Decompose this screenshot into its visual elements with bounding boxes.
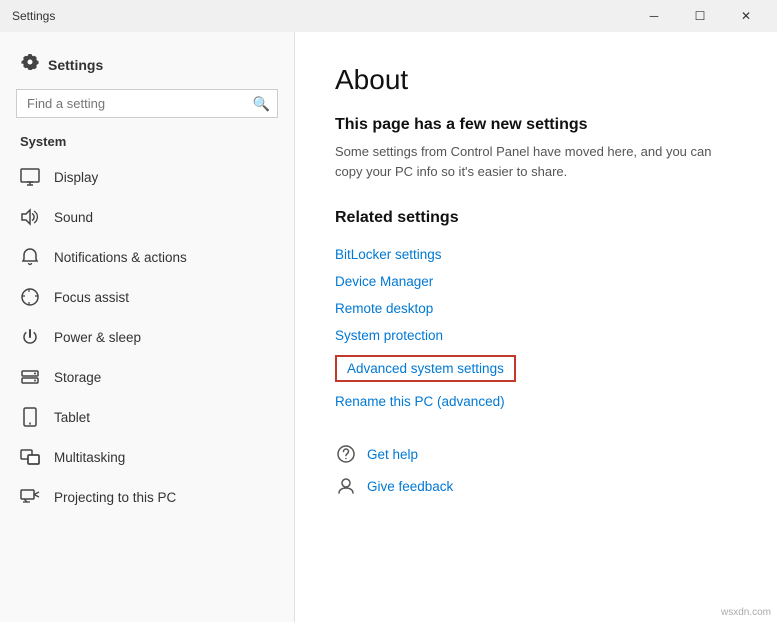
close-button[interactable]: ✕	[723, 0, 769, 32]
minimize-button[interactable]: ─	[631, 0, 677, 32]
sidebar-item-multitasking[interactable]: Multitasking	[0, 437, 294, 477]
sidebar-item-sound[interactable]: Sound	[0, 197, 294, 237]
get-help-icon	[335, 443, 357, 465]
help-item-feedback[interactable]: Give feedback	[335, 475, 737, 497]
sound-label: Sound	[54, 210, 93, 225]
link-remote-desktop[interactable]: Remote desktop	[335, 295, 737, 322]
power-label: Power & sleep	[54, 330, 141, 345]
watermark: wsxdn.com	[721, 607, 771, 618]
storage-icon	[20, 367, 40, 387]
multitasking-icon	[20, 447, 40, 467]
projecting-icon	[20, 487, 40, 507]
sidebar: Settings 🔍 System Display	[0, 32, 295, 622]
related-settings-title: Related settings	[335, 209, 737, 227]
sidebar-header: Settings	[0, 32, 294, 85]
title-bar-controls: ─ ☐ ✕	[631, 0, 769, 32]
sidebar-item-focus[interactable]: Focus assist	[0, 277, 294, 317]
tablet-icon	[20, 407, 40, 427]
sidebar-item-projecting[interactable]: Projecting to this PC	[0, 477, 294, 517]
related-settings-section: Related settings BitLocker settings Devi…	[335, 209, 737, 415]
sidebar-item-tablet[interactable]: Tablet	[0, 397, 294, 437]
notifications-icon	[20, 247, 40, 267]
sidebar-item-storage[interactable]: Storage	[0, 357, 294, 397]
search-icon-button[interactable]: 🔍	[253, 95, 270, 112]
title-bar-title: Settings	[12, 9, 55, 23]
link-system-protection[interactable]: System protection	[335, 322, 737, 349]
feedback-link[interactable]: Give feedback	[367, 479, 453, 494]
maximize-button[interactable]: ☐	[677, 0, 723, 32]
link-advanced-system-settings[interactable]: Advanced system settings	[335, 355, 516, 382]
focus-label: Focus assist	[54, 290, 129, 305]
link-bitlocker[interactable]: BitLocker settings	[335, 241, 737, 268]
focus-icon	[20, 287, 40, 307]
settings-gear-icon	[20, 52, 40, 77]
sidebar-item-power[interactable]: Power & sleep	[0, 317, 294, 357]
search-input[interactable]	[16, 89, 278, 118]
title-bar: Settings ─ ☐ ✕	[0, 0, 777, 32]
app-container: Settings 🔍 System Display	[0, 32, 777, 622]
link-rename-pc[interactable]: Rename this PC (advanced)	[335, 388, 737, 415]
content-area: About This page has a few new settings S…	[295, 32, 777, 622]
display-label: Display	[54, 170, 98, 185]
projecting-label: Projecting to this PC	[54, 490, 176, 505]
info-heading: This page has a few new settings	[335, 116, 737, 134]
link-device-manager[interactable]: Device Manager	[335, 268, 737, 295]
info-box: This page has a few new settings Some se…	[335, 116, 737, 181]
sound-icon	[20, 207, 40, 227]
page-title: About	[335, 64, 737, 96]
notifications-label: Notifications & actions	[54, 250, 187, 265]
tablet-label: Tablet	[54, 410, 90, 425]
sidebar-item-display[interactable]: Display	[0, 157, 294, 197]
feedback-icon	[335, 475, 357, 497]
get-help-link[interactable]: Get help	[367, 447, 418, 462]
help-section: Get help Give feedback	[335, 443, 737, 497]
multitasking-label: Multitasking	[54, 450, 125, 465]
sidebar-app-title: Settings	[48, 57, 103, 73]
sidebar-search-container: 🔍	[16, 89, 278, 118]
sidebar-item-notifications[interactable]: Notifications & actions	[0, 237, 294, 277]
display-icon	[20, 167, 40, 187]
info-text: Some settings from Control Panel have mo…	[335, 142, 737, 181]
storage-label: Storage	[54, 370, 101, 385]
power-icon	[20, 327, 40, 347]
sidebar-section-label: System	[0, 130, 294, 157]
help-item-get-help[interactable]: Get help	[335, 443, 737, 465]
